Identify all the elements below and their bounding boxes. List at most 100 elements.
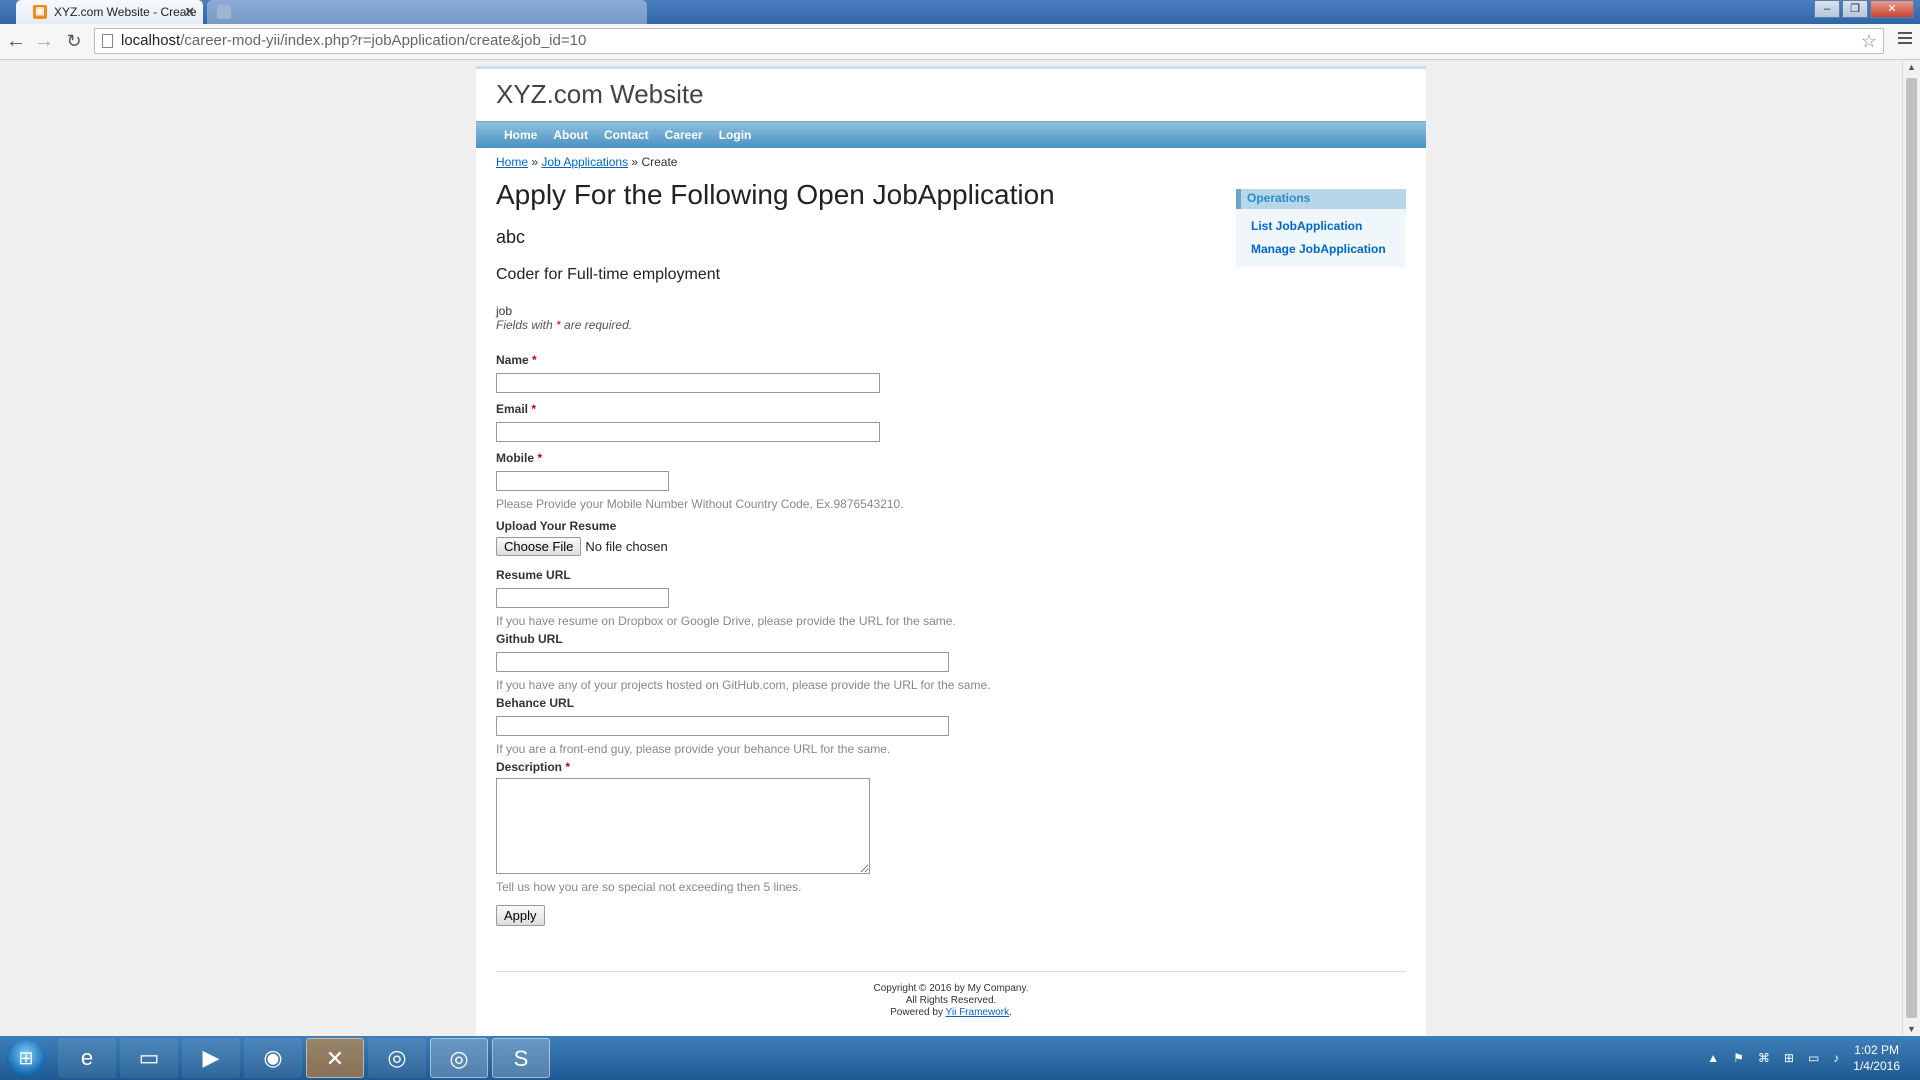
github-row: Github URL If you have any of your proje… — [496, 632, 990, 692]
footer-rights: All Rights Reserved. — [905, 995, 997, 1006]
name-row: Name * — [496, 353, 880, 393]
operations-list: List JobApplication Manage JobApplicatio… — [1236, 209, 1406, 267]
scroll-down-arrow-icon[interactable]: ▼ — [1907, 1024, 1916, 1034]
file-status: No file chosen — [585, 539, 668, 554]
name-field[interactable] — [496, 373, 880, 393]
reload-icon[interactable]: ↻ — [62, 30, 86, 54]
close-window-button[interactable]: ✕ — [1870, 0, 1914, 18]
maximize-button[interactable]: ❐ — [1842, 0, 1868, 18]
volume-icon[interactable]: ♪ — [1833, 1051, 1839, 1065]
menu-item-career[interactable]: Career — [657, 122, 711, 148]
site-favicon-icon: ▣ — [33, 5, 47, 19]
clock-time: 1:02 PM — [1854, 1043, 1899, 1057]
email-label: Email * — [496, 402, 537, 416]
breadcrumb-home[interactable]: Home — [496, 155, 528, 169]
page-icon — [217, 5, 231, 19]
window-controls: – ❐ ✕ — [1814, 0, 1914, 18]
required-note-text: Fields with — [496, 318, 557, 332]
main-menu: Home About Contact Career Login — [476, 121, 1426, 148]
media-player-icon[interactable]: ▶ — [182, 1038, 240, 1078]
choose-file-button[interactable]: Choose File — [496, 537, 582, 556]
form-name: job — [496, 304, 513, 318]
resume-label: Upload Your Resume — [496, 519, 617, 533]
resume-row: Upload Your Resume Choose File No file ch… — [496, 519, 668, 556]
menu-item-about[interactable]: About — [545, 122, 596, 148]
site-logo: XYZ.com Website — [496, 79, 704, 109]
browser-toolbar: ← → ↻ localhost/career-mod-yii/index.php… — [0, 24, 1920, 60]
page-icon — [102, 34, 113, 48]
xampp-icon[interactable]: ✕ — [306, 1038, 364, 1078]
browser-tabstrip: ▣ XYZ.com Website - Create ✕ – ❐ ✕ — [0, 0, 1920, 24]
browser-tab-active[interactable]: ▣ XYZ.com Website - Create ✕ — [16, 0, 203, 24]
required-note-text: are required. — [560, 318, 633, 332]
page-title: Apply For the Following Open JobApplicat… — [496, 179, 1055, 210]
operations-title: Operations — [1236, 189, 1406, 209]
tab-title: XYZ.com Website - Create — [54, 5, 197, 19]
required-note: Fields with * are required. — [496, 318, 1236, 332]
menu-item-home[interactable]: Home — [496, 122, 545, 148]
description-hint: Tell us how you are so special not excee… — [496, 880, 802, 894]
chrome-active-icon[interactable]: ◎ — [430, 1038, 488, 1078]
page-container: XYZ.com Website Home About Contact Career Lo… — [476, 66, 1426, 1036]
tab-close-icon[interactable]: ✕ — [184, 0, 195, 24]
back-arrow-icon[interactable]: ← — [4, 30, 28, 54]
footer-powered: Powered by Yii Framework. — [890, 1007, 1012, 1018]
page-scrollbar[interactable]: ▲ ▼ — [1902, 60, 1920, 1036]
yii-framework-link[interactable]: Yii Framework — [946, 1007, 1010, 1018]
address-bar[interactable]: localhost/career-mod-yii/index.php?r=job… — [94, 28, 1884, 54]
behance-url-field[interactable] — [496, 716, 949, 736]
system-tray: ▲ ⚑ ⌘ ⊞ ▭ ♪ 1:02 PM 1/4/2016 — [1707, 1036, 1900, 1080]
github-label: Github URL — [496, 632, 563, 646]
operations-sidebar: Operations List JobApplication Manage Jo… — [1236, 189, 1406, 267]
resume-url-hint: If you have resume on Dropbox or Google … — [496, 614, 956, 628]
browser-tab-inactive[interactable] — [207, 0, 647, 24]
menu-item-contact[interactable]: Contact — [596, 122, 657, 148]
action-center-flag-icon[interactable]: ⚑ — [1733, 1051, 1744, 1065]
name-label: Name * — [496, 353, 537, 367]
tray-expand-icon[interactable]: ▲ — [1707, 1051, 1719, 1065]
clock-date: 1/4/2016 — [1853, 1059, 1900, 1073]
behance-hint: If you are a front-end guy, please provi… — [496, 742, 891, 756]
file-explorer-icon[interactable]: ▭ — [120, 1038, 178, 1078]
bookmark-star-icon[interactable]: ☆ — [1861, 29, 1877, 53]
behance-row: Behance URL If you are a front-end guy, … — [496, 696, 949, 756]
url-path: /career-mod-yii/index.php?r=jobApplicati… — [180, 32, 587, 49]
breadcrumb-separator: » — [628, 155, 642, 169]
email-row: Email * — [496, 402, 880, 442]
minimize-button[interactable]: – — [1814, 0, 1840, 18]
email-field[interactable] — [496, 422, 880, 442]
footer-copyright: Copyright © 2016 by My Company. — [873, 983, 1029, 994]
behance-label: Behance URL — [496, 696, 575, 710]
submit-row: Apply — [496, 905, 545, 926]
browser-menu-icon[interactable] — [1898, 32, 1912, 47]
resume-url-label: Resume URL — [496, 568, 571, 582]
footer-divider — [496, 971, 1406, 972]
resume-url-field[interactable] — [496, 588, 669, 608]
forward-arrow-icon[interactable]: → — [32, 30, 56, 54]
github-hint: If you have any of your projects hosted … — [496, 678, 991, 692]
taskbar-clock[interactable]: 1:02 PM 1/4/2016 — [1853, 1042, 1900, 1074]
apply-button[interactable]: Apply — [496, 905, 545, 926]
chrome-icon[interactable]: ◎ — [368, 1038, 426, 1078]
mobile-row: Mobile * Please Provide your Mobile Numb… — [496, 451, 904, 511]
scroll-up-arrow-icon[interactable]: ▲ — [1907, 62, 1916, 72]
manage-jobapplication-link[interactable]: Manage JobApplication — [1251, 238, 1406, 261]
firefox-icon[interactable]: ◉ — [244, 1038, 302, 1078]
mobile-field[interactable] — [496, 471, 669, 491]
menu-item-login[interactable]: Login — [711, 122, 760, 148]
display-icon[interactable]: ▭ — [1808, 1051, 1819, 1065]
network-icon[interactable]: ⌘ — [1758, 1051, 1770, 1065]
start-button[interactable]: ⊞ — [6, 1038, 46, 1078]
breadcrumb: Home » Job Applications » Create — [496, 155, 677, 169]
sublime-text-icon[interactable]: S — [492, 1038, 550, 1078]
scrollbar-thumb[interactable] — [1906, 78, 1917, 1018]
main-content: Apply For the Following Open JobApplicat… — [496, 179, 1236, 926]
windows-icon[interactable]: ⊞ — [1784, 1051, 1794, 1065]
windows-taskbar: ⊞ e ▭ ▶ ◉ ✕ ◎ ◎ S ▲ ⚑ ⌘ ⊞ ▭ ♪ 1:02 PM 1/… — [0, 1036, 1920, 1080]
breadcrumb-job-applications[interactable]: Job Applications — [541, 155, 628, 169]
github-url-field[interactable] — [496, 652, 949, 672]
description-textarea[interactable] — [496, 778, 870, 874]
breadcrumb-separator: » — [528, 155, 542, 169]
internet-explorer-icon[interactable]: e — [58, 1038, 116, 1078]
list-jobapplication-link[interactable]: List JobApplication — [1251, 215, 1406, 238]
